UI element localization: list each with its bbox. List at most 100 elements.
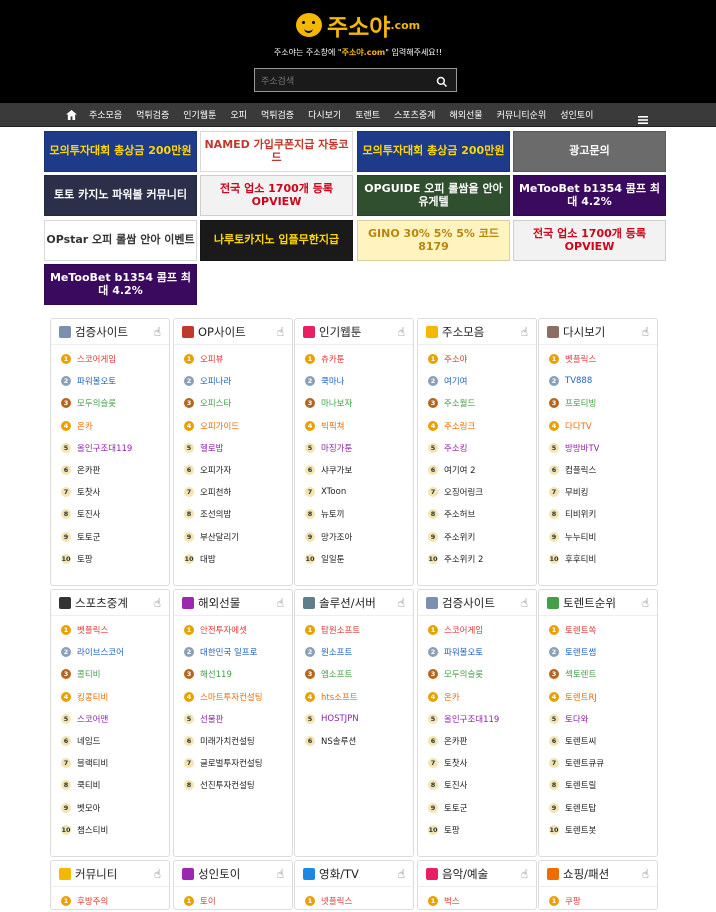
ranking-item[interactable]: 9 누누티비 (539, 526, 657, 548)
banner-ad[interactable]: 모의투자대회 총상금 200만원 (44, 131, 197, 172)
nav-item[interactable]: 토렌트 (348, 108, 387, 121)
site-link[interactable]: 스코어게임 (77, 353, 116, 365)
site-link[interactable]: 뉴토끼 (321, 508, 344, 520)
ranking-item[interactable]: 2 여기여 (418, 370, 536, 392)
ranking-item[interactable]: 8 토렌트릴 (539, 774, 657, 796)
ranking-item[interactable]: 8 뉴토끼 (295, 503, 413, 525)
ranking-item[interactable]: 1 벅스 (418, 890, 536, 912)
site-link[interactable]: 헬로밤 (200, 442, 223, 454)
site-link[interactable]: 라이브스코어 (77, 646, 124, 658)
ranking-item[interactable]: 1 벳플릭스 (51, 619, 169, 641)
pointer-hand-icon[interactable]: ☝ (521, 596, 528, 610)
site-link[interactable]: 벳모아 (77, 802, 100, 814)
ranking-item[interactable]: 10 후후티비 (539, 548, 657, 570)
site-link[interactable]: 조선의밤 (200, 508, 231, 520)
ranking-item[interactable]: 7 글로벌투자컨설팅 (174, 752, 292, 774)
site-link[interactable]: 넷플릭스 (321, 895, 352, 907)
panel-header[interactable]: 솔루션/서버 ☝ (295, 590, 413, 616)
ranking-item[interactable]: 6 미래가치컨설팅 (174, 730, 292, 752)
ranking-item[interactable]: 7 토렌트큐큐 (539, 752, 657, 774)
site-link[interactable]: 블랙티비 (77, 757, 108, 769)
ranking-item[interactable]: 5 올인구조대119 (51, 437, 169, 459)
pointer-hand-icon[interactable]: ☝ (398, 867, 405, 881)
ranking-item[interactable]: 2 TV888 (539, 370, 657, 392)
panel-header[interactable]: OP사이트 ☝ (174, 319, 292, 345)
nav-item[interactable]: 먹튀검증 (254, 108, 301, 121)
banner-ad[interactable]: 토토 카지노 파워볼 커뮤니티 (44, 175, 197, 216)
ranking-item[interactable]: 1 오피뷰 (174, 348, 292, 370)
site-link[interactable]: 무비킹 (565, 486, 588, 498)
site-link[interactable]: NS솔루션 (321, 735, 356, 747)
pointer-hand-icon[interactable]: ☝ (277, 596, 284, 610)
pointer-hand-icon[interactable]: ☝ (521, 325, 528, 339)
site-logo[interactable]: 주소야.com (0, 8, 716, 42)
ranking-item[interactable]: 10 토렌트봇 (539, 819, 657, 841)
ranking-item[interactable]: 10 대밤 (174, 548, 292, 570)
pointer-hand-icon[interactable]: ☝ (277, 867, 284, 881)
ranking-item[interactable]: 6 온카판 (51, 459, 169, 481)
site-link[interactable]: 쿡티비 (77, 779, 100, 791)
ranking-item[interactable]: 1 토렌트쏙 (539, 619, 657, 641)
site-link[interactable]: 토렌트봇 (565, 824, 596, 836)
site-link[interactable]: 후방주의 (77, 895, 108, 907)
ranking-item[interactable]: 4 오피가이드 (174, 415, 292, 437)
ranking-item[interactable]: 10 챔스티비 (51, 819, 169, 841)
ranking-item[interactable]: 4 킹콩티비 (51, 686, 169, 708)
ranking-item[interactable]: 7 무비킹 (539, 481, 657, 503)
site-link[interactable]: 컴플릭스 (565, 464, 596, 476)
panel-header[interactable]: 성인토이 ☝ (174, 861, 292, 887)
banner-ad[interactable]: 전국 업소 1700개 등록 OPVIEW (200, 175, 353, 216)
banner-ad[interactable]: GINO 30% 5% 5% 코드 8179 (357, 220, 510, 261)
search-icon[interactable] (436, 73, 450, 88)
ranking-item[interactable]: 5 선물판 (174, 708, 292, 730)
ranking-item[interactable]: 3 프로티빙 (539, 392, 657, 414)
ranking-item[interactable]: 4 주소링크 (418, 415, 536, 437)
site-link[interactable]: 토토군 (444, 802, 467, 814)
site-link[interactable]: 오피천하 (200, 486, 231, 498)
search-input[interactable] (255, 71, 430, 93)
site-link[interactable]: 토찻사 (77, 486, 100, 498)
site-link[interactable]: 올인구조대119 (77, 442, 132, 454)
panel-header[interactable]: 검증사이트 ☝ (51, 319, 169, 345)
ranking-item[interactable]: 2 쿡마나 (295, 370, 413, 392)
site-link[interactable]: 주소위키 2 (444, 553, 483, 565)
site-link[interactable]: 주소월드 (444, 397, 475, 409)
nav-item[interactable]: 스포츠중계 (387, 108, 442, 121)
panel-header[interactable]: 쇼핑/패션 ☝ (539, 861, 657, 887)
site-link[interactable]: 토렌트릴 (565, 779, 596, 791)
site-link[interactable]: 토렌트썸 (565, 646, 596, 658)
banner-ad[interactable]: 전국 업소 1700개 등록 OPVIEW (513, 220, 666, 261)
site-link[interactable]: 벅스 (444, 895, 460, 907)
ranking-item[interactable]: 10 토팡 (51, 548, 169, 570)
site-link[interactable]: 주소허브 (444, 508, 475, 520)
ranking-item[interactable]: 9 토렌트탑 (539, 797, 657, 819)
site-link[interactable]: 토렌트큐큐 (565, 757, 604, 769)
site-link[interactable]: 여기여 (444, 375, 467, 387)
panel-header[interactable]: 커뮤니티 ☝ (51, 861, 169, 887)
site-link[interactable]: 토이 (200, 895, 216, 907)
site-link[interactable]: TV888 (565, 376, 592, 386)
ranking-item[interactable]: 6 온카판 (418, 730, 536, 752)
ranking-item[interactable]: 7 토찻사 (51, 481, 169, 503)
ranking-item[interactable]: 1 츄카툰 (295, 348, 413, 370)
site-link[interactable]: 토찻사 (444, 757, 467, 769)
site-link[interactable]: 글로벌투자컨설팅 (200, 757, 263, 769)
banner-ad[interactable]: OPstar 오피 롤쌈 안아 이벤트 (44, 220, 197, 261)
ranking-item[interactable]: 10 토팡 (418, 819, 536, 841)
banner-ad[interactable]: 광고문의 (513, 131, 666, 172)
site-link[interactable]: 온카 (444, 691, 460, 703)
hamburger-menu-icon[interactable] (638, 110, 648, 124)
ranking-item[interactable]: 7 오징어링크 (418, 481, 536, 503)
ranking-item[interactable]: 5 마징가툰 (295, 437, 413, 459)
ranking-item[interactable]: 1 후방주의 (51, 890, 169, 912)
site-link[interactable]: 콜티비 (77, 668, 100, 680)
site-link[interactable]: 오피가자 (200, 464, 231, 476)
ranking-item[interactable]: 2 오피나라 (174, 370, 292, 392)
site-link[interactable]: 챔스티비 (77, 824, 108, 836)
pointer-hand-icon[interactable]: ☝ (277, 325, 284, 339)
site-link[interactable]: 토팡 (444, 824, 460, 836)
ranking-item[interactable]: 5 토다와 (539, 708, 657, 730)
ranking-item[interactable]: 9 주소위키 (418, 526, 536, 548)
site-link[interactable]: 스마트투자컨설팅 (200, 691, 263, 703)
ranking-item[interactable]: 8 주소허브 (418, 503, 536, 525)
